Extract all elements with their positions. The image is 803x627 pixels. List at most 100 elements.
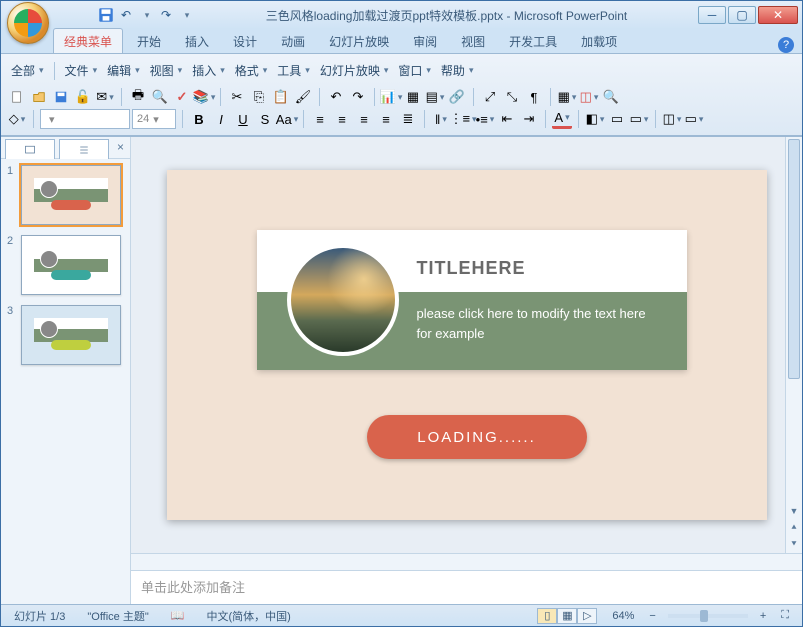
office-button[interactable]	[7, 2, 49, 44]
arrange-icon[interactable]: ◫	[662, 109, 682, 129]
tab-addins[interactable]: 加载项	[571, 29, 627, 53]
menu-all[interactable]: 全部	[7, 60, 48, 81]
zoom-out-icon[interactable]: −	[649, 610, 655, 622]
minimize-button[interactable]: ─	[698, 6, 726, 24]
panel-close-icon[interactable]: ×	[111, 137, 130, 158]
decrease-indent-icon[interactable]: ⇤	[497, 109, 517, 129]
format-painter-icon[interactable]: 🖌	[293, 87, 313, 107]
research-icon[interactable]: 📚	[194, 87, 214, 107]
chart-icon[interactable]: 📊	[381, 87, 401, 107]
save-icon[interactable]	[51, 87, 71, 107]
menu-tools[interactable]: 工具	[273, 60, 314, 81]
numbering-icon[interactable]: ⋮≡	[453, 109, 473, 129]
undo-icon[interactable]: ↶	[326, 87, 346, 107]
show-formatting-icon[interactable]: ¶	[524, 87, 544, 107]
copy-icon[interactable]: ⎘	[249, 87, 269, 107]
tab-insert[interactable]: 插入	[175, 29, 219, 53]
undo-dropdown-icon[interactable]	[137, 6, 155, 24]
email-icon[interactable]: ✉	[95, 87, 115, 107]
tab-view[interactable]: 视图	[451, 29, 495, 53]
tables-icon[interactable]: ▤	[425, 87, 445, 107]
align-right-icon[interactable]: ≡	[354, 109, 374, 129]
thumbnail[interactable]: 1	[7, 165, 124, 225]
smartart-icon[interactable]: ◧	[585, 109, 605, 129]
zoom-in-icon[interactable]: +	[760, 610, 766, 622]
shadow-icon[interactable]: S	[255, 109, 275, 129]
language-status[interactable]: 中文(简体，中国)	[199, 607, 297, 625]
tab-animations[interactable]: 动画	[271, 29, 315, 53]
spellcheck-icon[interactable]: 📖	[164, 608, 192, 623]
outline-tab[interactable]	[59, 139, 109, 159]
quick-styles-icon[interactable]: ▭	[684, 109, 704, 129]
tab-review[interactable]: 审阅	[403, 29, 447, 53]
next-slide-icon[interactable]: ⯆	[786, 536, 802, 553]
slide-canvas[interactable]: TITLEHERE please click here to modify th…	[131, 137, 802, 553]
vertical-scrollbar[interactable]: ▲ ▼ ⯅ ⯆	[785, 137, 802, 553]
underline-icon[interactable]: U	[233, 109, 253, 129]
redo-icon[interactable]: ↷	[157, 6, 175, 24]
print-icon[interactable]: 🖶	[128, 87, 148, 107]
menu-insert[interactable]: 插入	[188, 60, 229, 81]
tab-home[interactable]: 开始	[127, 29, 171, 53]
horizontal-scrollbar[interactable]	[131, 553, 802, 570]
line-spacing-icon[interactable]: ‖	[431, 109, 451, 129]
align-left-icon[interactable]: ≡	[310, 109, 330, 129]
redo-icon[interactable]: ↷	[348, 87, 368, 107]
sorter-view-icon[interactable]: ▦	[557, 608, 577, 624]
permission-icon[interactable]: 🔓	[73, 87, 93, 107]
bullets-icon[interactable]: •≡	[475, 109, 495, 129]
color-icon[interactable]: ◫	[579, 87, 599, 107]
tab-developer[interactable]: 开发工具	[499, 29, 567, 53]
italic-icon[interactable]: I	[211, 109, 231, 129]
table-icon[interactable]: ▦	[403, 87, 423, 107]
layout-icon[interactable]: ▭	[629, 109, 649, 129]
cut-icon[interactable]: ✂	[227, 87, 247, 107]
normal-view-icon[interactable]: ▯	[537, 608, 557, 624]
loading-button[interactable]: LOADING......	[367, 415, 587, 459]
tab-classic-menu[interactable]: 经典菜单	[53, 28, 123, 53]
theme-name[interactable]: "Office 主题"	[80, 607, 155, 625]
grid-icon[interactable]: ▦	[557, 87, 577, 107]
zoom-icon[interactable]: 🔍	[601, 87, 621, 107]
menu-edit[interactable]: 编辑	[103, 60, 144, 81]
qat-customize-icon[interactable]	[177, 6, 195, 24]
slide-title[interactable]: TITLEHERE	[417, 258, 526, 279]
spelling-icon[interactable]: ✓	[172, 87, 192, 107]
slides-tab[interactable]	[5, 139, 55, 159]
slide-counter[interactable]: 幻灯片 1/3	[7, 607, 72, 625]
slide[interactable]: TITLEHERE please click here to modify th…	[167, 170, 767, 520]
maximize-button[interactable]: ▢	[728, 6, 756, 24]
notes-pane[interactable]: 单击此处添加备注	[131, 570, 802, 604]
zoom-slider[interactable]	[668, 614, 748, 618]
undo-icon[interactable]: ↶	[117, 6, 135, 24]
expand-icon[interactable]: ⤢	[480, 87, 500, 107]
justify-icon[interactable]: ≡	[376, 109, 396, 129]
prev-slide-icon[interactable]: ⯅	[786, 519, 802, 536]
help-icon[interactable]: ?	[778, 37, 794, 53]
thumbnail[interactable]: 3	[7, 305, 124, 365]
scroll-down-icon[interactable]: ▼	[786, 502, 802, 519]
close-button[interactable]: ✕	[758, 6, 798, 24]
menu-slideshow[interactable]: 幻灯片放映	[316, 60, 393, 81]
tab-design[interactable]: 设计	[223, 29, 267, 53]
menu-file[interactable]: 文件	[61, 60, 102, 81]
tab-slideshow[interactable]: 幻灯片放映	[319, 29, 399, 53]
font-family-combo[interactable]: ▾	[40, 109, 130, 129]
menu-window[interactable]: 窗口	[394, 60, 435, 81]
paste-icon[interactable]: 📋	[271, 87, 291, 107]
change-case-icon[interactable]: Aa	[277, 109, 297, 129]
slideshow-view-icon[interactable]: ▷	[577, 608, 597, 624]
slide-subtitle[interactable]: please click here to modify the text her…	[417, 304, 657, 343]
menu-help[interactable]: 帮助	[437, 60, 478, 81]
shapes-icon[interactable]: ◇	[7, 109, 27, 129]
bold-icon[interactable]: B	[189, 109, 209, 129]
new-slide-icon[interactable]: ▭	[607, 109, 627, 129]
print-preview-icon[interactable]: 🔍	[150, 87, 170, 107]
save-icon[interactable]	[97, 6, 115, 24]
menu-format[interactable]: 格式	[231, 60, 272, 81]
fit-window-icon[interactable]: ⛶	[774, 608, 796, 623]
collapse-icon[interactable]: ⤡	[502, 87, 522, 107]
align-center-icon[interactable]: ≡	[332, 109, 352, 129]
open-icon[interactable]	[29, 87, 49, 107]
zoom-level[interactable]: 64%	[605, 609, 641, 623]
